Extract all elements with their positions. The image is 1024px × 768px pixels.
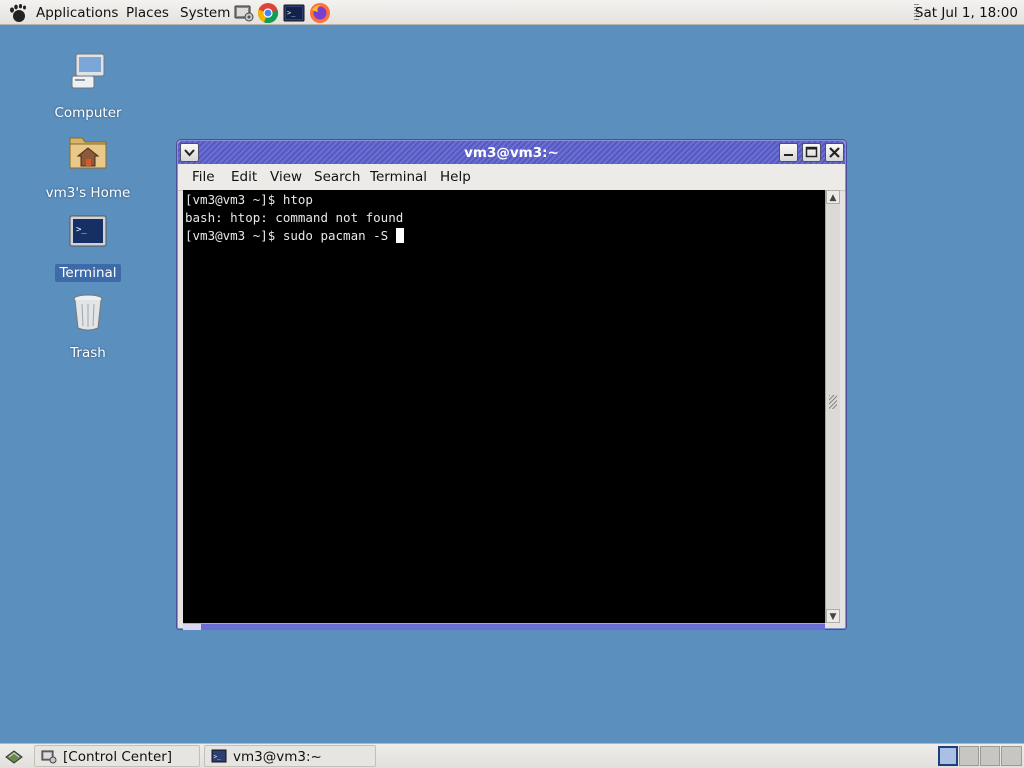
frame-handle[interactable] (183, 624, 201, 630)
close-button[interactable] (825, 143, 844, 162)
terminal-prompt-line: [vm3@vm3 ~]$ sudo pacman -S (185, 228, 404, 243)
bottom-panel: [Control Center] >_ vm3@vm3:~ (0, 743, 1024, 768)
task-label: vm3@vm3:~ (233, 749, 322, 765)
maximize-icon (805, 146, 818, 158)
menu-terminal[interactable]: Terminal (370, 169, 427, 185)
terminal-window[interactable]: vm3@vm3:~ File Edit View Search Terminal… (176, 139, 847, 630)
workspace-4[interactable] (1001, 746, 1022, 766)
workspace-2[interactable] (959, 746, 979, 766)
close-icon (829, 147, 840, 158)
scroll-up-arrow-icon[interactable]: ▲ (826, 190, 840, 204)
task-label: [Control Center] (63, 749, 173, 765)
chrome-icon[interactable] (257, 2, 279, 24)
top-panel: Applications Places System >_ Sat Jul 1,… (0, 0, 1024, 25)
control-center-icon[interactable] (233, 2, 255, 24)
home-folder-icon (69, 137, 107, 169)
workspace-3[interactable] (980, 746, 1000, 766)
desktop-icon-label: Trash (70, 345, 106, 361)
desktop-icon-label: Terminal (55, 264, 121, 282)
desktop-icon-label: Computer (54, 105, 122, 121)
desktop-icon-home[interactable]: vm3's Home (40, 130, 136, 202)
desktop-icon-trash[interactable]: Trash (40, 290, 136, 362)
firefox-icon[interactable] (309, 2, 331, 24)
menu-applications[interactable]: Applications (36, 5, 118, 21)
show-desktop-icon[interactable] (4, 747, 24, 765)
vertical-scrollbar[interactable]: ▲ ▼ (825, 190, 840, 623)
control-center-icon (41, 750, 57, 764)
workspace-1[interactable] (938, 746, 958, 766)
svg-text:>_: >_ (214, 754, 222, 761)
menu-edit[interactable]: Edit (231, 169, 257, 185)
terminal-output[interactable]: [vm3@vm3 ~]$ htop bash: htop: command no… (183, 190, 825, 623)
maximize-button[interactable] (802, 143, 821, 162)
terminal-line: [vm3@vm3 ~]$ sudo pacman -S (185, 228, 396, 243)
terminal-icon: >_ (69, 215, 107, 247)
scroll-down-arrow-icon[interactable]: ▼ (826, 609, 840, 623)
terminal-line: [vm3@vm3 ~]$ htop (185, 192, 313, 207)
window-titlebar[interactable]: vm3@vm3:~ (178, 141, 845, 164)
task-terminal[interactable]: >_ vm3@vm3:~ (204, 745, 376, 767)
terminal-line: bash: htop: command not found (185, 210, 404, 225)
desktop-icon-label: vm3's Home (45, 185, 131, 201)
scrollbar-grip[interactable] (829, 395, 837, 409)
menu-places[interactable]: Places (126, 5, 169, 21)
gnome-foot-icon[interactable] (8, 3, 28, 23)
task-control-center[interactable]: [Control Center] (34, 745, 200, 767)
menu-system[interactable]: System (180, 5, 230, 21)
minimize-button[interactable] (779, 143, 798, 162)
terminal-icon[interactable]: >_ (283, 2, 305, 24)
menu-search[interactable]: Search (314, 169, 360, 185)
desktop-icon-terminal[interactable]: >_ Terminal (40, 210, 136, 282)
menu-view[interactable]: View (270, 169, 302, 185)
svg-text:>_: >_ (76, 225, 87, 235)
desktop-icon-computer[interactable]: Computer (40, 50, 136, 122)
window-title: vm3@vm3:~ (464, 145, 559, 161)
clock[interactable]: Sat Jul 1, 18:00 (915, 5, 1018, 21)
terminal-icon: >_ (211, 749, 227, 763)
menu-file[interactable]: File (192, 169, 215, 185)
svg-text:>_: >_ (287, 9, 296, 17)
window-menubar: File Edit View Search Terminal Help (178, 164, 845, 191)
menu-help[interactable]: Help (440, 169, 471, 185)
text-cursor (395, 228, 404, 243)
window-bottom-frame (183, 623, 825, 630)
computer-icon (71, 53, 105, 89)
minimize-icon (784, 154, 793, 156)
trash-icon (73, 294, 103, 331)
